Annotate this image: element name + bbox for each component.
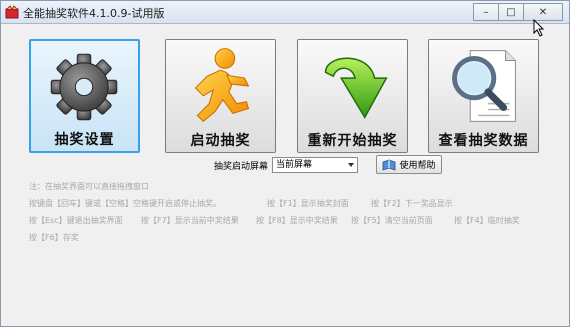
title-bar[interactable]: 全能抽奖软件4.1.0.9-试用版 – □ ✕ <box>1 1 569 24</box>
view-lottery-data-tile[interactable]: 查看抽奖数据 <box>428 39 539 153</box>
restart-lottery-tile[interactable]: 重新开始抽奖 <box>297 39 408 153</box>
tile-label: 查看抽奖数据 <box>438 133 529 149</box>
note-line: 按键盘【回车】键或【空格】空格键开启或停止抽奖。 <box>29 199 221 208</box>
tile-label: 抽奖设置 <box>54 132 115 148</box>
note-item: 按【F7】显示当前中奖结果 <box>141 216 239 225</box>
gear-icon <box>50 53 118 121</box>
note-item: 按【F4】临时抽奖 <box>454 216 520 225</box>
chevron-down-icon <box>348 163 355 167</box>
window-controls: – □ ✕ <box>473 3 563 21</box>
app-window: 全能抽奖软件4.1.0.9-试用版 – □ ✕ 抽奖设置 启动抽奖 重新开始抽奖… <box>0 0 570 327</box>
note-item: 按【F5】清空当前页面 <box>351 216 433 225</box>
screen-select-value: 当前屏幕 <box>276 160 313 170</box>
magnifier-document-icon <box>452 50 516 122</box>
green-arrow-icon <box>324 57 388 119</box>
start-lottery-tile[interactable]: 启动抽奖 <box>165 39 276 153</box>
book-icon <box>383 159 396 171</box>
screen-option: 抽奖启动屏幕 当前屏幕 <box>214 156 359 174</box>
minimize-icon: – <box>483 6 489 18</box>
maximize-button[interactable]: □ <box>498 3 524 21</box>
note-item: 按【F1】显示抽奖封面 <box>267 199 349 208</box>
tile-label: 启动抽奖 <box>190 133 251 149</box>
main-tiles: 抽奖设置 启动抽奖 重新开始抽奖 查看抽奖数据 <box>29 39 549 153</box>
window-title: 全能抽奖软件4.1.0.9-试用版 <box>23 7 165 20</box>
note-item: 按【Esc】键退出抽奖界面 <box>29 216 123 225</box>
screen-option-label: 抽奖启动屏幕 <box>214 161 269 172</box>
running-man-icon <box>194 48 250 122</box>
close-icon: ✕ <box>538 6 548 18</box>
help-button-label: 使用帮助 <box>399 161 436 171</box>
note-item: 按【F8】显示中奖结果 <box>256 216 338 225</box>
app-logo-icon <box>5 5 19 19</box>
screen-select[interactable]: 当前屏幕 <box>272 157 359 173</box>
note-line: 注：在抽奖界面可以直接拖拽窗口 <box>29 182 149 191</box>
lottery-settings-tile[interactable]: 抽奖设置 <box>29 39 140 153</box>
maximize-icon: □ <box>506 6 516 18</box>
tile-label: 重新开始抽奖 <box>307 133 398 149</box>
minimize-button[interactable]: – <box>473 3 499 21</box>
help-button[interactable]: 使用帮助 <box>376 155 442 174</box>
note-item: 按【F2】下一奖品显示 <box>371 199 453 208</box>
mouse-cursor-icon <box>533 19 545 37</box>
note-line: 按【F6】存奖 <box>29 233 79 242</box>
